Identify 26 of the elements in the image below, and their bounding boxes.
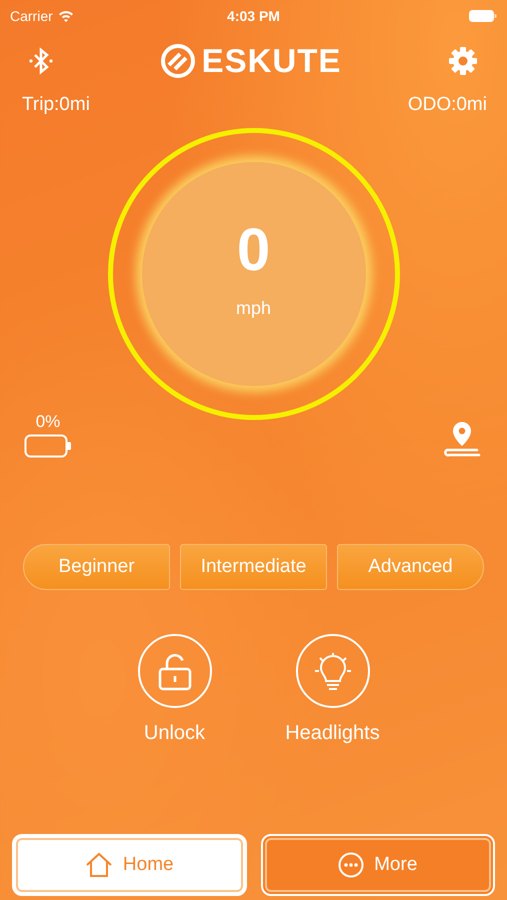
logo-icon: [160, 43, 196, 79]
tab[interactable]: More: [260, 834, 495, 896]
settings-icon[interactable]: [446, 45, 479, 77]
tab[interactable]: Home: [12, 834, 246, 896]
action-label: Headlights: [285, 722, 380, 745]
mode-button[interactable]: Advanced: [337, 544, 484, 590]
carrier-name: Carrier: [10, 8, 53, 24]
wifi-icon: [58, 10, 74, 22]
action-button[interactable]: [296, 634, 370, 708]
battery-percent: 0%: [36, 412, 60, 432]
location-pin-icon[interactable]: [443, 420, 481, 458]
bluetooth-icon[interactable]: [28, 46, 54, 76]
logo-text: ESKUTE: [202, 42, 342, 80]
action-button[interactable]: [138, 634, 212, 708]
status-time: 4:03 PM: [227, 8, 280, 24]
battery-status-icon: [469, 10, 498, 22]
more-dots-icon: [338, 852, 364, 878]
speed-unit: mph: [236, 298, 271, 319]
odometer: ODO:0mi: [408, 94, 487, 116]
battery-icon: [24, 434, 72, 458]
house-icon: [84, 852, 113, 878]
mode-button[interactable]: Intermediate: [180, 544, 327, 590]
mode-button[interactable]: Beginner: [23, 544, 170, 590]
action-label: Unlock: [144, 722, 206, 745]
speed-value: 0: [236, 215, 270, 284]
trip-distance: Trip:0mi: [22, 94, 90, 116]
